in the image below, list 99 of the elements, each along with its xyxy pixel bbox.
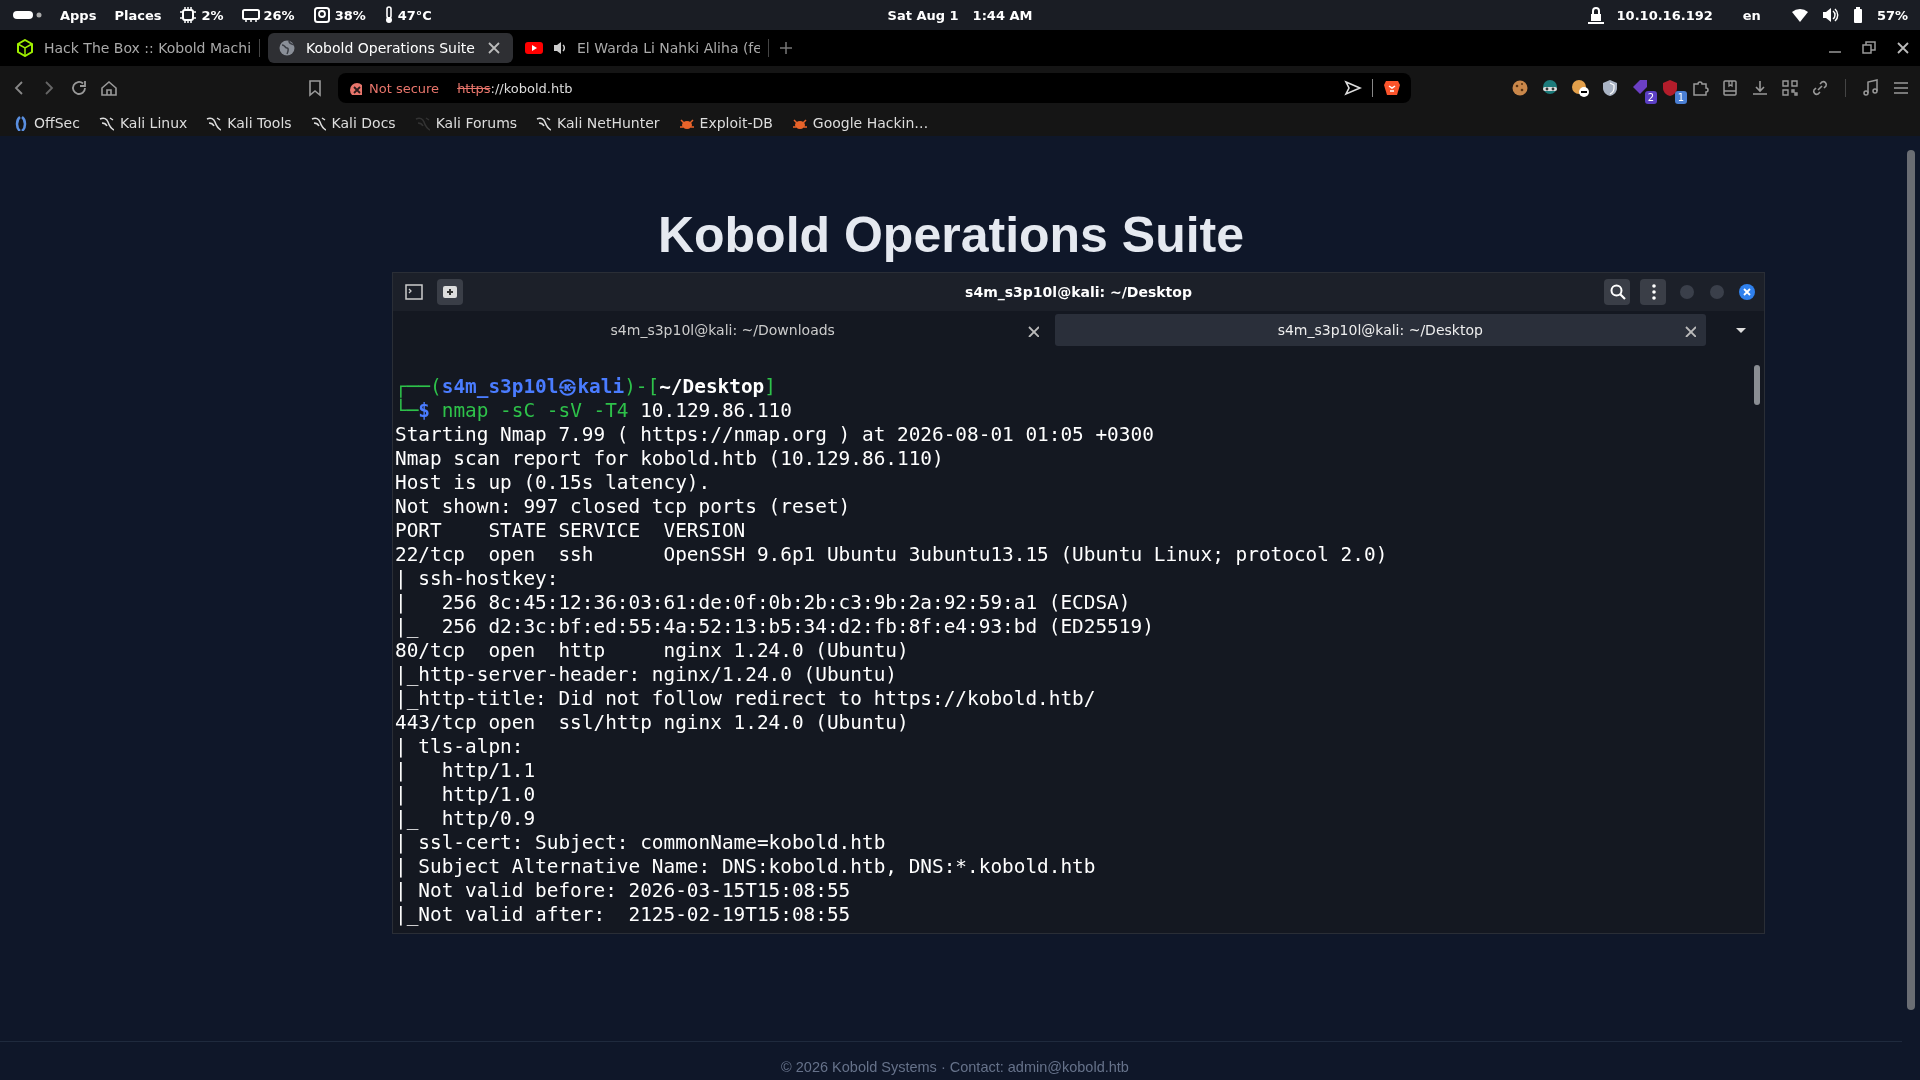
output-line: Host is up (0.15s latency). — [395, 471, 712, 495]
bookmark-link[interactable]: Exploit-DB — [677, 115, 773, 131]
stat-value: 26% — [263, 7, 295, 23]
stat-value: 47°C — [397, 7, 432, 23]
thermometer-icon — [383, 6, 394, 24]
output-line: Not shown: 997 closed tcp ports (reset) — [395, 495, 852, 519]
output-line: 80/tcp open http nginx 1.24.0 (Ubuntu) — [395, 639, 910, 663]
new-tab-icon — [441, 283, 459, 301]
ip-address: 10.10.16.192 — [1616, 7, 1713, 23]
address-bar[interactable]: Not secure https://kobold.htb — [338, 73, 1411, 103]
footer-text: © 2026 Kobold Systems · Contact: admin@kobold.htb — [781, 1059, 1129, 1076]
bookmark-icon[interactable] — [306, 79, 324, 97]
security-text: Not secure — [369, 80, 440, 96]
speaker-icon[interactable] — [553, 39, 567, 57]
new-tab-icon[interactable] — [777, 39, 795, 57]
volume-icon[interactable] — [1820, 6, 1839, 24]
network-icon — [1586, 6, 1605, 24]
output-line: | Not valid before: 2026-03-15T15:08:55 — [395, 879, 852, 903]
output-line: 22/tcp open ssh OpenSSH 9.6p1 Ubuntu 3ubuntu13.15 (Ubuntu Linux; protocol 2.0) — [395, 543, 1389, 567]
bookmark-link[interactable]: OffSec — [12, 115, 80, 131]
bookmark-link[interactable]: Kali Docs — [309, 115, 396, 131]
time: 1:44 AM — [972, 7, 1033, 23]
browser-tab[interactable]: Hack The Box :: Kobold Machi — [12, 33, 251, 63]
puzzle-icon[interactable] — [1691, 79, 1709, 97]
output-line: | http/1.1 — [395, 759, 537, 783]
tab-title: Kobold Operations Suite — [306, 40, 475, 56]
bookmark-link[interactable]: Google Hackin… — [790, 115, 929, 131]
output-line: 443/tcp open ssl/http nginx 1.24.0 (Ubuntu) — [395, 711, 910, 735]
block-icon[interactable] — [1571, 79, 1589, 97]
output-line: |_Not valid after: 2125-02-19T15:08:55 — [395, 903, 852, 927]
browser-tab[interactable]: Kobold Operations Suite — [268, 33, 513, 63]
bookmark-link[interactable]: Kali NetHunter — [535, 115, 660, 131]
stat-value: 38% — [334, 7, 366, 23]
menu-item[interactable]: Places — [114, 7, 162, 23]
menu-icon[interactable] — [1892, 79, 1910, 97]
mask-icon[interactable] — [1541, 79, 1559, 97]
terminal-tab[interactable]: s4m_s3p10l@kali: ~/Downloads — [397, 314, 1049, 346]
menu-button[interactable] — [1640, 279, 1666, 305]
music-icon[interactable] — [1862, 79, 1880, 97]
output-line: |_http-title: Did not follow redirect to https://kobold.htb/ — [395, 687, 1097, 711]
link-icon[interactable] — [1811, 79, 1829, 97]
bookmark-link[interactable]: Kali Forums — [413, 115, 518, 131]
shield-icon[interactable] — [1601, 79, 1619, 97]
output-line: | ssh-hostkey: — [395, 567, 560, 591]
wifi-icon[interactable] — [1790, 6, 1809, 24]
new-tab-button[interactable] — [437, 279, 463, 305]
cookie-icon[interactable] — [1511, 79, 1529, 97]
output-line: | 256 8c:45:12:36:03:61:de:0f:0b:2b:c3:9b:2a:92:59:a1 (ECDSA) — [395, 591, 1132, 615]
close-icon[interactable] — [1682, 323, 1696, 337]
tag-icon[interactable] — [1631, 79, 1649, 97]
video-play-icon — [525, 39, 543, 57]
close-icon[interactable] — [1738, 283, 1756, 301]
restore-icon[interactable] — [1860, 39, 1878, 57]
output-line: | ssl-cert: Subject: commonName=kobold.htb — [395, 831, 887, 855]
output-line: PORT STATE SERVICE VERSION — [395, 519, 747, 543]
page-heading: Kobold Operations Suite — [657, 206, 1245, 264]
search-button[interactable] — [1604, 279, 1630, 305]
reload-icon[interactable] — [70, 79, 88, 97]
scrollbar-thumb[interactable] — [1754, 365, 1760, 405]
download-icon[interactable] — [1751, 79, 1769, 97]
menu-icon — [1652, 283, 1656, 301]
tab-title: Hack The Box :: Kobold Machi — [44, 40, 251, 56]
bookmark-link[interactable]: Kali Linux — [97, 115, 188, 131]
terminal-icon — [405, 283, 423, 301]
qr-code-icon[interactable] — [1781, 79, 1799, 97]
language-indicator[interactable]: en — [1742, 7, 1761, 23]
cpu-icon — [179, 6, 198, 24]
book-icon[interactable] — [1721, 79, 1739, 97]
date: Sat Aug 1 — [887, 7, 959, 23]
warning-icon — [348, 81, 362, 95]
home-icon[interactable] — [100, 79, 118, 97]
tab-title: s4m_s3p10l@kali: ~/Desktop — [1277, 322, 1483, 338]
bookmark-link[interactable]: Kali Tools — [205, 115, 292, 131]
security-indicator[interactable]: Not secure — [348, 80, 440, 96]
output-line: |_http-server-header: nginx/1.24.0 (Ubuntu) — [395, 663, 898, 687]
prompt-line: └─$ nmap -sC -sV -T4 10.129.86.110 — [395, 399, 793, 423]
tab-title: s4m_s3p10l@kali: ~/Downloads — [610, 322, 835, 338]
menu-item[interactable]: Apps — [60, 7, 97, 23]
prompt-line: ┌──(s4m_s3p10l㉿kali)-[~/Desktop] — [395, 375, 777, 399]
output-line: Nmap scan report for kobold.htb (10.129.86.110) — [395, 447, 945, 471]
share-icon[interactable] — [1344, 79, 1362, 97]
output-line: |_ http/0.9 — [395, 807, 537, 831]
count-badge: 1 — [1674, 91, 1687, 104]
battery-level: 57% — [1876, 7, 1908, 23]
cube-icon — [16, 39, 34, 57]
globe-icon — [278, 39, 296, 57]
url-text: https://kobold.htb — [457, 80, 574, 96]
window-title: s4m_s3p10l@kali: ~/Desktop — [965, 284, 1192, 300]
output-line: |_ 256 d2:3c:bf:ed:55:4a:52:13:b5:34:d2:fb:8f:e4:93:bd (ED25519) — [395, 615, 1155, 639]
search-icon — [1609, 283, 1627, 301]
memory-icon — [241, 6, 260, 24]
output-line: | Subject Alternative Name: DNS:kobold.htb, DNS:*.kobold.htb — [395, 855, 1097, 879]
count-badge: 2 — [1644, 91, 1657, 104]
output-line: Starting Nmap 7.99 ( https://nmap.org ) at 2026-08-01 01:05 +0300 — [395, 423, 1155, 447]
stat-value: 2% — [201, 7, 224, 23]
scrollbar-thumb[interactable] — [1907, 150, 1915, 1010]
terminal-tab[interactable]: s4m_s3p10l@kali: ~/Desktop — [1054, 314, 1706, 346]
output-line: | http/1.0 — [395, 783, 537, 807]
output-line: | tls-alpn: — [395, 735, 525, 759]
